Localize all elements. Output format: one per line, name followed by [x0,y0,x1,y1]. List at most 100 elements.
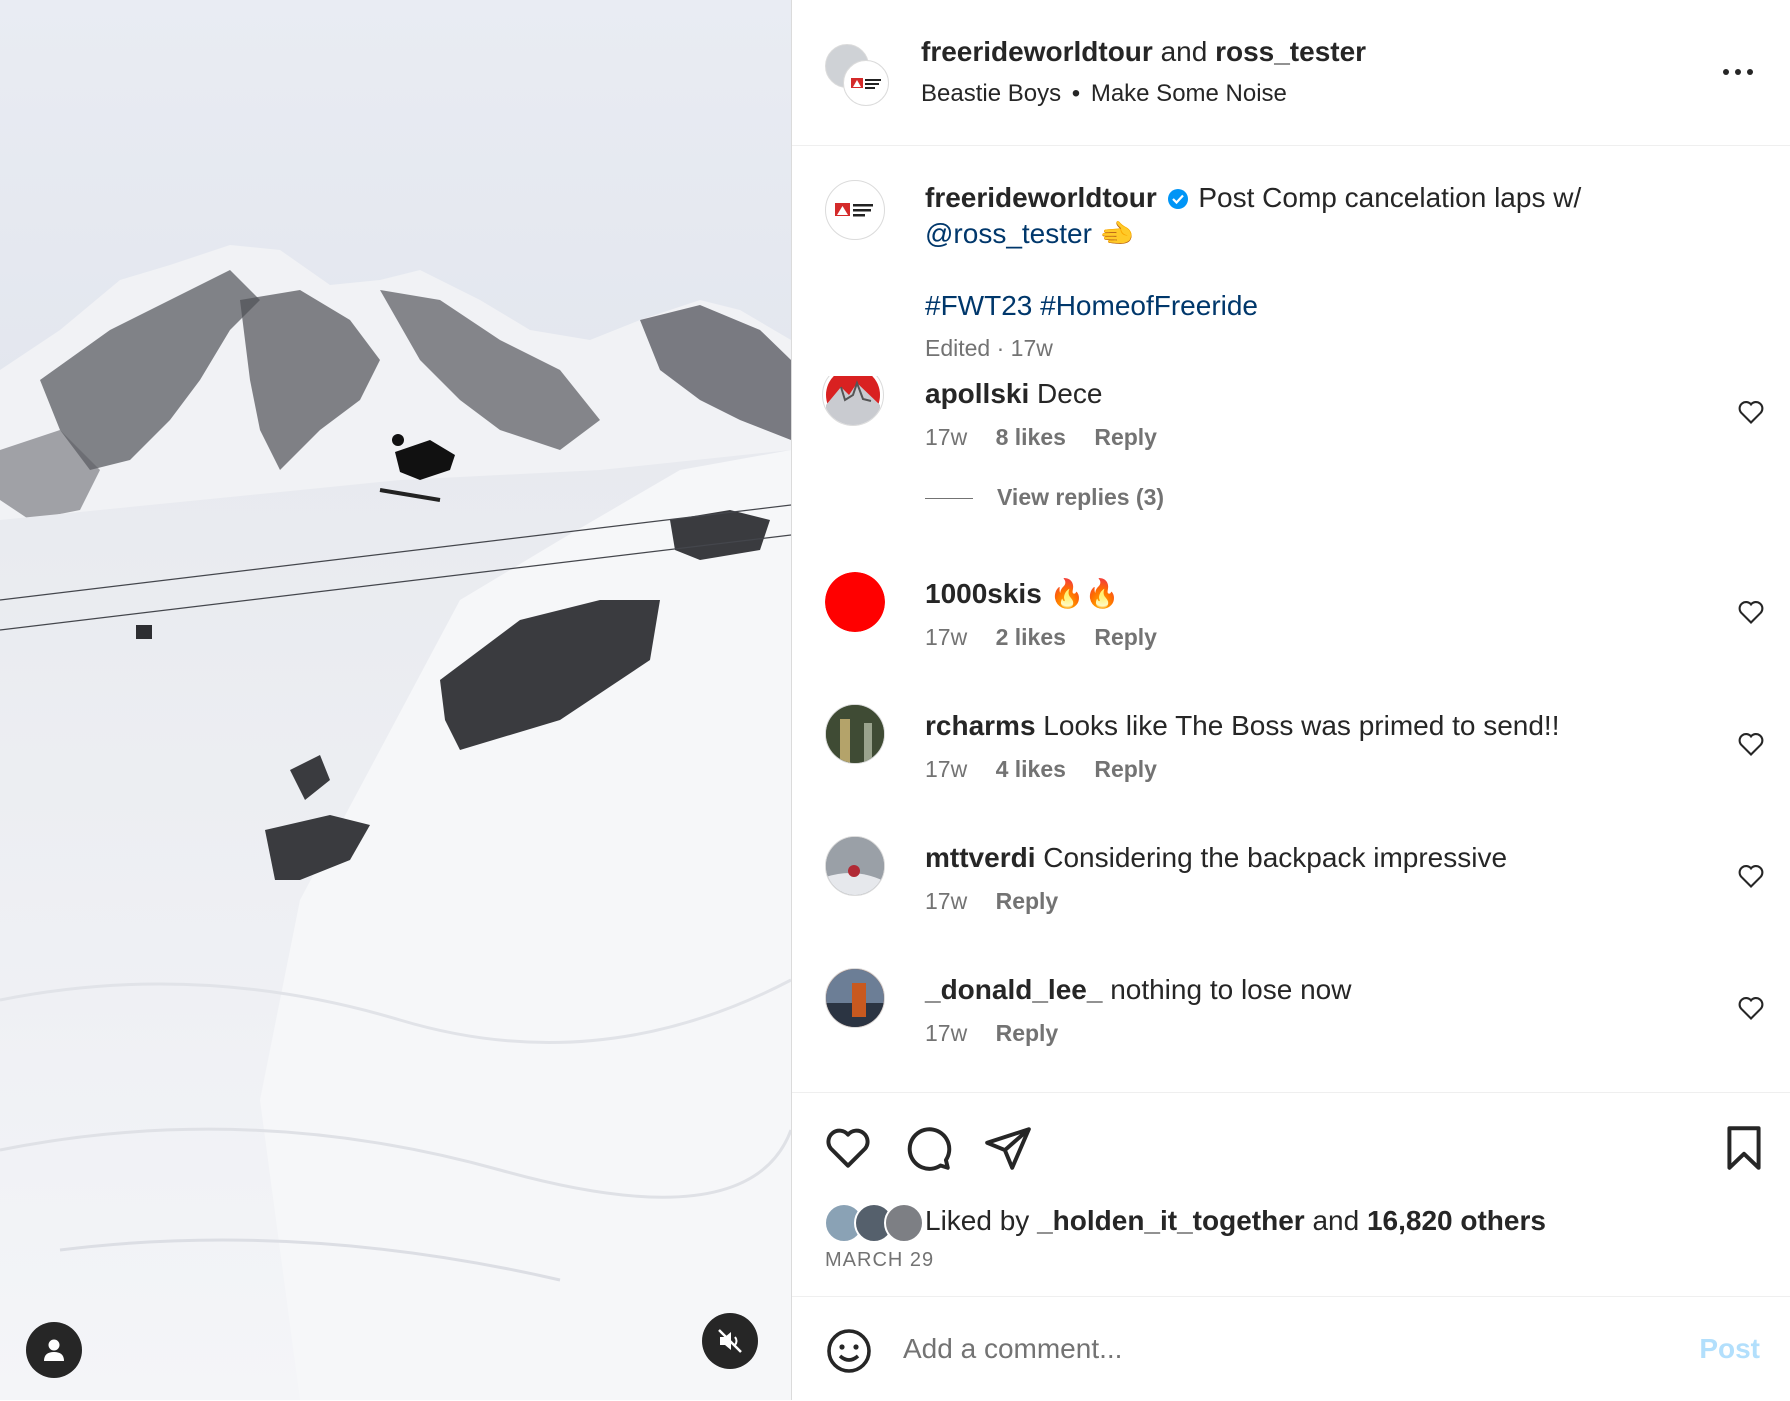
caption-body: Post Comp cancelation laps w/ [1198,182,1582,213]
author-link[interactable]: freerideworldtour [921,36,1153,67]
reply-button[interactable]: Reply [1094,424,1157,450]
comment-username[interactable]: rcharms [925,710,1036,741]
comment-avatar[interactable] [825,704,885,764]
caption-text: freerideworldtour Post Comp cancelation … [925,180,1685,366]
audio-info[interactable]: Beastie Boys • Make Some Noise [921,80,1287,108]
audio-artist: Beastie Boys [921,80,1062,107]
heart-icon[interactable] [1737,994,1765,1022]
comment-avatar[interactable] [825,836,885,896]
liked-by-avatars[interactable] [824,1203,924,1243]
comment-icon[interactable] [903,1123,953,1173]
view-replies-label: View replies (3) [997,484,1165,510]
coauthor-link[interactable]: ross_tester [1215,36,1366,67]
comment-meta: 17w 4 likes Reply [925,756,1179,783]
more-horizontal-icon[interactable] [1718,62,1758,82]
send-icon[interactable] [983,1123,1033,1173]
comment-meta: 17w Reply [925,1020,1080,1047]
photo-avatar-icon [826,705,884,763]
reply-button[interactable]: Reply [1094,756,1157,782]
comment-username[interactable]: _donald_lee_ [925,974,1102,1005]
view-replies-button[interactable]: View replies (3) [925,484,1164,511]
mountain-avatar-icon [826,376,880,425]
post-date[interactable]: MARCH 29 [825,1249,934,1272]
comment-time[interactable]: 17w [925,624,967,650]
audio-song: Make Some Noise [1090,80,1287,107]
caption-mention[interactable]: @ross_tester [925,218,1092,249]
reply-button[interactable]: Reply [996,888,1059,914]
tagged-users-button[interactable] [26,1322,82,1378]
comment-username[interactable]: 1000skis [925,578,1042,609]
comment-time[interactable]: 17w [925,888,967,914]
reply-button[interactable]: Reply [1094,624,1157,650]
liked-avatar [884,1203,924,1243]
fwt-logo-icon [835,203,873,217]
red-avatar [825,572,885,632]
user-icon [44,1339,64,1361]
comment-item: 1000skis 🔥🔥 17w 2 likes Reply [792,572,1790,696]
comment-body: Looks like The Boss was primed to send!! [1043,710,1560,741]
comment-meta: 17w 8 likes Reply [925,424,1179,451]
speaker-muted-icon [718,1329,742,1353]
bookmark-icon[interactable] [1719,1123,1769,1173]
comment-item: mttverdi Considering the backpack impres… [792,836,1790,960]
comment-item: rcharms Looks like The Boss was primed t… [792,704,1790,828]
comment-input[interactable]: Add a comment... [903,1333,1122,1365]
comment-time[interactable]: 17w [925,756,967,782]
comment-body: Dece [1037,378,1103,409]
caption-avatar[interactable] [825,180,885,240]
heart-icon[interactable] [1737,398,1765,426]
comment-avatar[interactable] [822,376,884,426]
comment-text: _donald_lee_ nothing to lose now [925,972,1351,1008]
heart-icon[interactable] [823,1123,873,1173]
reply-button[interactable]: Reply [996,1020,1059,1046]
photo-avatar-icon [826,969,884,1027]
post-detail-panel: freerideworldtour and ross_tester Beasti… [791,0,1790,1400]
liked-others[interactable]: 16,820 others [1367,1205,1546,1236]
heart-icon[interactable] [1737,862,1765,890]
add-comment-bar: Add a comment... Post [792,1296,1790,1401]
comment-avatar[interactable] [825,968,885,1028]
comment-username[interactable]: apollski [925,378,1029,409]
post-comment-button[interactable]: Post [1699,1333,1760,1365]
audio-separator: • [1071,80,1081,107]
comment-text: mttverdi Considering the backpack impres… [925,840,1507,876]
post-actions: Liked by _holden_it_together and 16,820 … [792,1092,1790,1293]
caption-emoji: 🫲 [1099,218,1135,249]
comment-body: nothing to lose now [1110,974,1352,1005]
comment-text: apollski Dece [925,376,1102,412]
comment-meta: 17w 2 likes Reply [925,624,1179,651]
comments-list[interactable]: apollski Dece 17w 8 likes Reply View rep… [792,376,1790,1080]
comment-item: apollski Dece 17w 8 likes Reply [792,376,1790,496]
comment-text: 1000skis 🔥🔥 [925,576,1119,612]
comment-meta: 17w Reply [925,888,1080,915]
comment-username[interactable]: mttverdi [925,842,1035,873]
comment-likes[interactable]: 2 likes [996,624,1066,650]
comment-avatar[interactable] [825,572,885,632]
smiley-icon[interactable] [825,1327,873,1375]
comment-time[interactable]: 17w [925,424,967,450]
liked-user[interactable]: _holden_it_together [1037,1205,1305,1236]
post-header: freerideworldtour and ross_tester Beasti… [792,0,1790,146]
comment-likes[interactable]: 8 likes [996,424,1066,450]
heart-icon[interactable] [1737,730,1765,758]
avatar-freerideworldtour[interactable] [843,60,889,106]
caption-username[interactable]: freerideworldtour [925,182,1157,213]
comment-text: rcharms Looks like The Boss was primed t… [925,708,1559,744]
photo-avatar-icon [826,837,884,895]
comment-time[interactable]: 17w [925,1020,967,1046]
caption-meta: Edited · 17w [925,335,1053,361]
verified-badge-icon [1167,189,1188,209]
comment-body: Considering the backpack impressive [1043,842,1508,873]
fwt-logo-icon [851,78,881,89]
post-authors: freerideworldtour and ross_tester [921,36,1366,68]
comment-likes[interactable]: 4 likes [996,756,1066,782]
likes-summary: Liked by _holden_it_together and 16,820 … [925,1205,1546,1237]
heart-icon[interactable] [1737,598,1765,626]
liked-prefix: Liked by [925,1205,1030,1236]
liked-and: and [1312,1205,1360,1236]
ski-video-frame [0,0,791,1400]
post-media[interactable] [0,0,791,1400]
mute-button[interactable] [702,1313,758,1369]
caption-hashtags[interactable]: #FWT23 #HomeofFreeride [925,290,1258,321]
authors-conjunction: and [1160,36,1208,67]
